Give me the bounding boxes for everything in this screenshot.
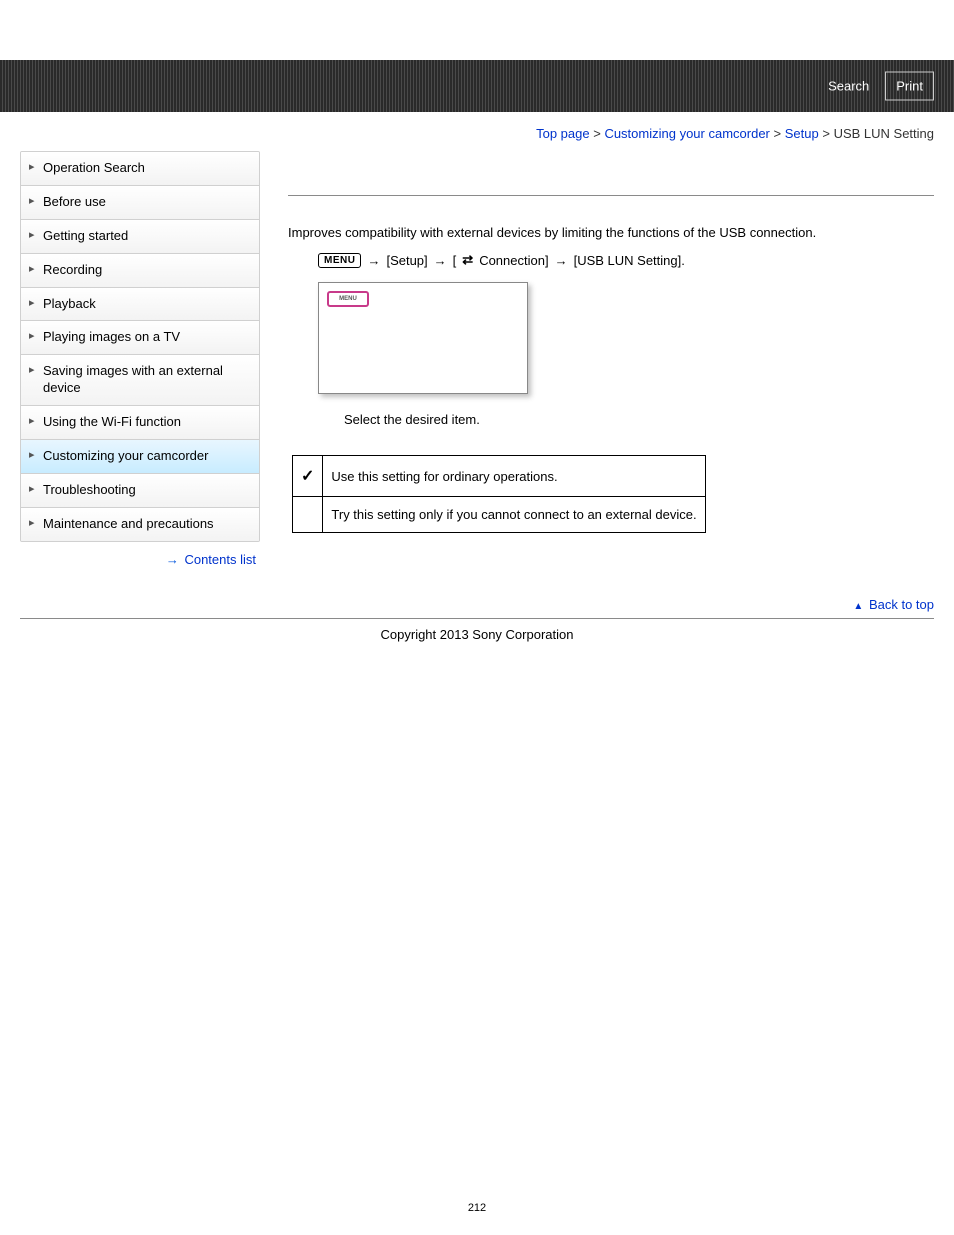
breadcrumb-sep: >	[593, 126, 604, 141]
screen-illustration-wrap: MENU	[318, 282, 934, 394]
sidebar-link[interactable]: Troubleshooting	[21, 474, 259, 507]
sidebar-link[interactable]: Maintenance and precautions	[21, 508, 259, 541]
back-to-top-link[interactable]: ▲ Back to top	[853, 597, 934, 612]
header-buttons: Search Print	[818, 72, 934, 101]
table-cell-default: Use this setting for ordinary operations…	[323, 456, 705, 497]
breadcrumb-current: USB LUN Setting	[834, 126, 934, 141]
check-cell-empty	[293, 497, 323, 533]
main-content: Improves compatibility with external dev…	[288, 151, 934, 567]
contents-list-link[interactable]: → Contents list	[166, 552, 256, 567]
copyright-text: Copyright 2013 Sony Corporation	[0, 619, 954, 642]
title-divider	[288, 195, 934, 196]
path-conn-bracket: [	[453, 253, 457, 268]
sidebar-item-recording[interactable]: Recording	[21, 254, 259, 288]
back-to-top-label: Back to top	[869, 597, 934, 612]
sidebar-item-maintenance[interactable]: Maintenance and precautions	[21, 508, 259, 541]
breadcrumb-sep: >	[774, 126, 785, 141]
sidebar-link[interactable]: Using the Wi-Fi function	[21, 406, 259, 439]
sidebar-item-before-use[interactable]: Before use	[21, 186, 259, 220]
breadcrumb-sep: >	[822, 126, 833, 141]
sidebar-link[interactable]: Before use	[21, 186, 259, 219]
triangle-up-icon: ▲	[853, 601, 863, 612]
sidebar-item-operation-search[interactable]: Operation Search	[21, 152, 259, 186]
sidebar-item-saving-images-external[interactable]: Saving images with an external device	[21, 355, 259, 406]
screen-illustration: MENU	[318, 282, 528, 394]
contents-list-row: → Contents list	[20, 542, 260, 567]
table-row: Try this setting only if you cannot conn…	[293, 497, 706, 533]
table-row: ✓ Use this setting for ordinary operatio…	[293, 456, 706, 497]
search-button[interactable]: Search	[818, 72, 879, 101]
sidebar-link[interactable]: Saving images with an external device	[21, 355, 259, 405]
sidebar-list: Operation Search Before use Getting star…	[20, 151, 260, 542]
select-instruction: Select the desired item.	[344, 412, 934, 427]
sidebar-item-customizing[interactable]: Customizing your camcorder	[21, 440, 259, 474]
sidebar-item-playback[interactable]: Playback	[21, 288, 259, 322]
breadcrumb: Top page > Customizing your camcorder > …	[0, 112, 954, 151]
menu-icon: MENU	[318, 253, 361, 268]
header-bar: Search Print	[0, 60, 954, 112]
arrow-icon: →	[367, 253, 380, 268]
screen-menu-highlight: MENU	[327, 291, 369, 307]
menu-path: MENU → [Setup] → [ ⇄ Connection] → [USB LU…	[318, 252, 934, 268]
sidebar: Operation Search Before use Getting star…	[20, 151, 260, 567]
back-to-top-row: ▲ Back to top	[0, 567, 954, 618]
path-setup: [Setup]	[386, 253, 427, 268]
contents-list-label: Contents list	[184, 552, 256, 567]
page-number: 212	[0, 1202, 954, 1234]
table-cell-alt: Try this setting only if you cannot conn…	[323, 497, 705, 533]
breadcrumb-customizing[interactable]: Customizing your camcorder	[604, 126, 769, 141]
sidebar-item-getting-started[interactable]: Getting started	[21, 220, 259, 254]
sidebar-link[interactable]: Playback	[21, 288, 259, 321]
breadcrumb-top[interactable]: Top page	[536, 126, 590, 141]
print-button[interactable]: Print	[885, 72, 934, 101]
check-icon: ✓	[293, 456, 323, 497]
sidebar-item-troubleshooting[interactable]: Troubleshooting	[21, 474, 259, 508]
path-connection: Connection]	[479, 253, 548, 268]
sidebar-link[interactable]: Recording	[21, 254, 259, 287]
sidebar-item-wifi[interactable]: Using the Wi-Fi function	[21, 406, 259, 440]
arrow-icon: →	[555, 253, 568, 268]
sidebar-link[interactable]: Customizing your camcorder	[21, 440, 259, 473]
sidebar-item-playing-images-tv[interactable]: Playing images on a TV	[21, 321, 259, 355]
arrow-icon: →	[434, 253, 447, 268]
sidebar-link[interactable]: Playing images on a TV	[21, 321, 259, 354]
arrow-right-icon: →	[166, 552, 179, 567]
settings-table: ✓ Use this setting for ordinary operatio…	[292, 455, 706, 533]
sidebar-link[interactable]: Getting started	[21, 220, 259, 253]
description-text: Improves compatibility with external dev…	[288, 224, 934, 242]
breadcrumb-setup[interactable]: Setup	[785, 126, 819, 141]
connection-icon: ⇄	[462, 252, 473, 268]
sidebar-link[interactable]: Operation Search	[21, 152, 259, 185]
path-target: [USB LUN Setting].	[574, 253, 685, 268]
